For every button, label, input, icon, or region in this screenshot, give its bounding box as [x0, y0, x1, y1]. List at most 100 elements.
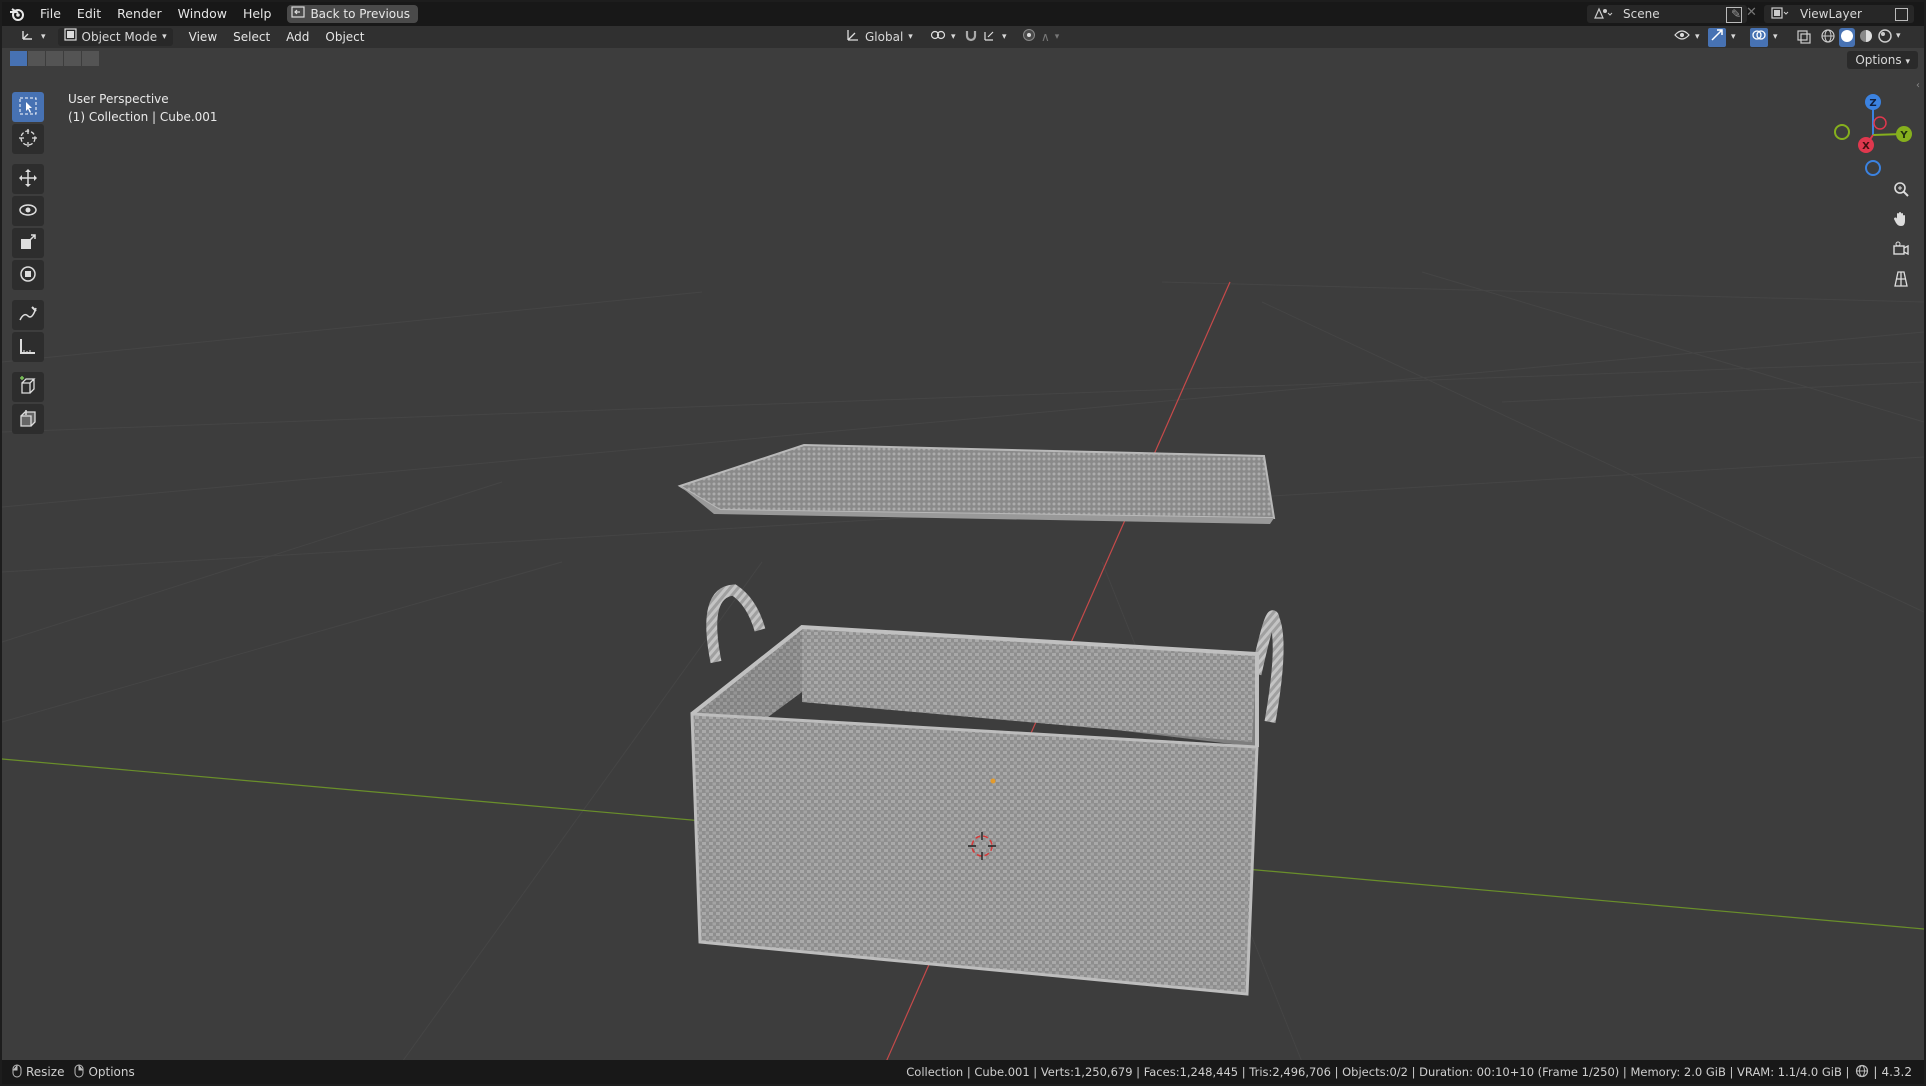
select-new-icon[interactable] [10, 51, 27, 66]
options-label: Options [1855, 53, 1902, 67]
new-scene-icon[interactable] [1726, 7, 1742, 23]
cursor-tool[interactable] [12, 124, 44, 154]
viewport-info: User Perspective (1) Collection | Cube.0… [68, 90, 218, 126]
scene-statistics: Collection | Cube.001 | Verts:1,250,679 … [906, 1065, 1850, 1079]
overlays-toggle[interactable]: ▾ [1744, 27, 1784, 47]
gizmo-y-label: Y [1899, 130, 1908, 141]
gizmo-neg-x-axis[interactable] [1873, 116, 1887, 130]
basket-lid[interactable] [677, 443, 1276, 524]
snap-toggle[interactable]: ▾ [958, 28, 1013, 46]
camera-view-icon[interactable] [1888, 236, 1914, 262]
mode-label: Object Mode [81, 30, 158, 44]
zoom-icon[interactable] [1888, 176, 1914, 202]
gizmo-icon [1708, 27, 1726, 47]
select-invert-icon[interactable] [64, 51, 81, 66]
scale-icon [18, 232, 38, 255]
chevron-down-icon: ▾ [1773, 32, 1778, 42]
view-layer-icon [1770, 6, 1790, 23]
selection-mode-buttons [10, 51, 99, 66]
select-box-icon [18, 96, 38, 119]
chevron-down-icon: ▾ [1695, 32, 1700, 42]
chevron-down-icon: ▾ [41, 32, 46, 42]
measure-icon [18, 336, 38, 359]
3d-viewport[interactable]: Options ▾ User Perspective (1) Collectio… [2, 48, 1924, 1062]
new-view-layer-icon[interactable] [1895, 7, 1908, 21]
scale-tool[interactable] [12, 228, 44, 258]
chevron-down-icon: ▾ [162, 32, 167, 42]
extrude-tool[interactable] [12, 404, 44, 434]
back-to-previous-label: Back to Previous [310, 7, 410, 21]
pivot-icon [930, 28, 946, 47]
blender-window: File Edit Render Window Help Back to Pre… [2, 2, 1924, 1084]
xray-toggle-icon[interactable] [1796, 29, 1812, 48]
material-shading-icon[interactable] [1858, 28, 1874, 47]
left-rope-handle[interactable] [706, 584, 766, 664]
proportional-editing-toggle[interactable]: ∧ ▾ [1016, 28, 1065, 46]
menu-file[interactable]: File [32, 2, 69, 26]
perspective-grid-icon[interactable] [1888, 266, 1914, 292]
object-origin-point [990, 778, 996, 784]
solid-shading-icon[interactable] [1839, 28, 1855, 47]
axis-navigation-gizmo[interactable]: Z Y X [1828, 90, 1918, 180]
mouse-left-icon [12, 1064, 22, 1081]
chevron-down-icon: ▾ [1905, 57, 1910, 67]
viewport-header: ▾ Object Mode ▾ View Select Add Object G… [2, 26, 1924, 48]
pan-hand-icon[interactable] [1888, 206, 1914, 232]
gizmo-neg-y-axis[interactable] [1834, 124, 1850, 140]
menu-render[interactable]: Render [109, 2, 170, 26]
snap-target-icon [983, 28, 997, 47]
wireframe-shading-icon[interactable] [1820, 28, 1836, 47]
basket-body[interactable] [690, 624, 1259, 996]
view-layer-selector[interactable]: ViewLayer [1764, 5, 1914, 23]
sidebar-toggle-icon[interactable]: ‹ [1916, 80, 1920, 91]
right-rope-handle[interactable] [1250, 610, 1284, 723]
blender-logo-icon[interactable] [2, 2, 32, 26]
pivot-dropdown[interactable]: ▾ [924, 28, 962, 46]
shading-modes: ▾ [1820, 28, 1901, 47]
menu-select[interactable]: Select [225, 25, 278, 49]
menu-view[interactable]: View [181, 25, 225, 49]
chevron-down-icon: ▾ [1731, 32, 1736, 42]
back-to-previous-button[interactable]: Back to Previous [287, 5, 418, 23]
options-dropdown[interactable]: Options ▾ [1847, 51, 1918, 69]
gizmo-neg-z-axis[interactable] [1865, 160, 1881, 176]
falloff-icon: ∧ [1041, 30, 1050, 44]
select-extend-icon[interactable] [28, 51, 45, 66]
status-bar: Resize Options Collection | Cube.001 | V… [2, 1060, 1924, 1084]
select-subtract-icon[interactable] [46, 51, 63, 66]
delete-scene-icon[interactable]: ✕ [1746, 5, 1757, 20]
object-visibility-dropdown[interactable]: ▾ [1668, 28, 1706, 46]
rotate-tool[interactable] [12, 196, 44, 226]
gizmo-x-label: X [1862, 141, 1870, 152]
select-box-tool[interactable] [12, 92, 44, 122]
version-separator: | [1873, 1065, 1878, 1079]
move-tool[interactable] [12, 164, 44, 194]
chevron-down-icon[interactable]: ▾ [1896, 28, 1901, 47]
menu-help[interactable]: Help [235, 2, 280, 26]
annotate-tool[interactable] [12, 300, 44, 330]
cursor-icon [18, 128, 38, 151]
3d-viewport-icon [20, 28, 36, 47]
chevron-down-icon: ▾ [1054, 32, 1060, 42]
select-intersect-icon[interactable] [82, 51, 99, 66]
editor-type-dropdown[interactable]: ▾ [14, 28, 52, 46]
object-mode-icon [63, 28, 77, 46]
orientation-dropdown[interactable]: Global ▾ [840, 28, 919, 46]
transform-tool[interactable] [12, 260, 44, 290]
measure-tool[interactable] [12, 332, 44, 362]
orientation-label: Global [865, 30, 904, 44]
mode-dropdown[interactable]: Object Mode ▾ [57, 28, 173, 46]
gizmo-toggle[interactable]: ▾ [1702, 27, 1742, 47]
chevron-down-icon: ▾ [1002, 32, 1007, 42]
menu-edit[interactable]: Edit [69, 2, 109, 26]
chevron-down-icon: ▾ [951, 32, 956, 42]
overlays-icon [1750, 27, 1768, 47]
menu-add[interactable]: Add [278, 25, 317, 49]
scene-selector[interactable]: Scene ✎ [1587, 5, 1747, 23]
menu-object[interactable]: Object [317, 25, 372, 49]
move-icon [18, 168, 38, 191]
menu-window[interactable]: Window [170, 2, 235, 26]
rendered-shading-icon[interactable] [1877, 28, 1893, 47]
eye-icon [1674, 28, 1690, 46]
add-cube-tool[interactable] [12, 372, 44, 402]
